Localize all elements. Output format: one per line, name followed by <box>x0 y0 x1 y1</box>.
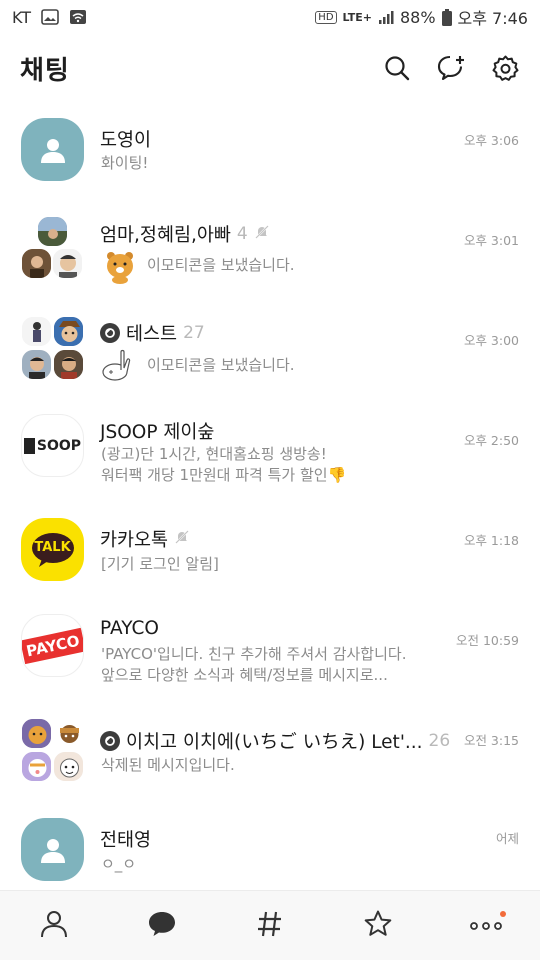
battery-percent: 88% <box>399 7 436 27</box>
chat-name: JSOOP 제이숲 <box>100 422 215 443</box>
chat-row[interactable]: 이치고 이치에(いちご いちえ) Let'... 26 오전 3:15 삭제된 … <box>0 716 540 812</box>
chat-row[interactable]: SOOP JSOOP 제이숲 오후 2:50 (광고)단 1시간, 현대홈쇼핑 … <box>0 412 540 508</box>
member-count: 27 <box>183 323 205 343</box>
nav-friends[interactable] <box>0 891 108 960</box>
chat-name: 도영이 <box>100 130 152 151</box>
chat-row[interactable]: TALK 카카오톡 오후 1:18 [기기 로그인 알림] <box>0 512 540 608</box>
member-photo <box>21 316 52 347</box>
chat-name: 엄마,정혜림,아빠 4 <box>100 221 270 247</box>
member-photo <box>53 718 84 749</box>
preview-line: 워터팩 개당 1만원대 파격 특가 할인👎 <box>101 466 347 484</box>
open-chat-icon <box>100 731 120 751</box>
chat-preview: ㅇ_ㅇ <box>101 855 137 873</box>
bottom-nav <box>0 890 540 960</box>
chat-name: PAYCO <box>100 618 159 639</box>
ryan-emoticon-icon <box>101 246 139 284</box>
mute-icon <box>174 529 190 550</box>
signal-icon <box>378 10 394 24</box>
chat-name: 카카오톡 <box>100 526 190 552</box>
chat-preview: 화이팅! <box>101 154 149 172</box>
group-avatar <box>21 718 84 784</box>
chat-preview: 삭제된 메시지입니다. <box>101 756 235 774</box>
hd-voice-badge: HD <box>315 10 337 24</box>
chat-row[interactable]: 테스트 27 오후 3:00 이모티콘을 보냈습니다. <box>0 314 540 410</box>
member-photo <box>21 248 52 279</box>
nav-more[interactable] <box>432 891 540 960</box>
nav-favorites[interactable] <box>324 891 432 960</box>
network-label: LTE+ <box>342 10 372 24</box>
chat-name-text: 엄마,정혜림,아빠 <box>100 225 231 246</box>
kakaotalk-logo: TALK <box>21 518 84 581</box>
mute-icon <box>254 224 270 245</box>
nav-hashtag[interactable] <box>216 891 324 960</box>
open-chat-icon <box>100 323 120 343</box>
new-badge-dot <box>500 911 506 917</box>
chat-time: 오전 10:59 <box>456 633 519 648</box>
chat-name-text: 테스트 <box>126 324 178 345</box>
preview-text: 이모티콘을 보냈습니다. <box>147 255 295 274</box>
member-photo <box>53 316 84 347</box>
chats-icon <box>147 910 177 942</box>
status-bar: KT HD LTE+ 88% 오후 7:46 <box>0 0 540 34</box>
chat-row[interactable]: 도영이 오후 3:06 화이팅! <box>0 102 540 198</box>
member-count: 26 <box>428 731 451 751</box>
chat-row[interactable]: 엄마,정혜림,아빠 4 오후 3:01 이모티콘을 보냈습니다. <box>0 214 540 310</box>
jsoop-mark-icon <box>23 437 35 454</box>
nav-chats[interactable] <box>108 891 216 960</box>
chat-name: 테스트 27 <box>100 320 205 346</box>
page-title: 채팅 <box>20 55 70 86</box>
chat-preview: (광고)단 1시간, 현대홈쇼핑 생방송! 워터팩 개당 1만원대 파격 특가 … <box>101 444 401 486</box>
chat-preview: 이모티콘을 보냈습니다. <box>101 246 441 284</box>
chat-time: 오후 3:06 <box>463 133 519 148</box>
preview-text: 이모티콘을 보냈습니다. <box>147 355 295 374</box>
preview-line: 앞으로 다양한 소식과 혜택/정보를 메시지로... <box>101 666 388 684</box>
member-photo <box>21 718 52 749</box>
member-photo <box>37 216 68 247</box>
chat-preview: [기기 로그인 알림] <box>101 555 219 573</box>
carrier-label: KT <box>12 7 32 27</box>
member-photo <box>21 751 52 782</box>
chat-time: 오전 3:15 <box>463 733 519 748</box>
chat-preview: 이모티콘을 보냈습니다. <box>101 346 441 384</box>
chat-time: 오후 3:01 <box>463 233 519 248</box>
chat-time: 오후 1:18 <box>463 533 519 548</box>
more-icon <box>469 916 503 935</box>
wifi-icon <box>69 9 87 25</box>
chat-name-text: 카카오톡 <box>100 530 169 551</box>
avatar <box>21 818 84 881</box>
chat-name-text: 이치고 이치에(いちご いちえ) Let'... <box>126 732 423 753</box>
payco-logo: PAYCO <box>21 614 84 677</box>
jsoop-logo: SOOP <box>21 414 84 477</box>
member-photo <box>53 349 84 380</box>
settings-icon[interactable] <box>490 53 520 83</box>
app-header: 채팅 <box>0 34 540 102</box>
new-chat-icon[interactable] <box>436 53 466 83</box>
hashtag-icon <box>257 910 283 942</box>
group-avatar <box>21 216 84 282</box>
gallery-icon <box>41 9 59 25</box>
member-photo <box>21 349 52 380</box>
preview-line: (광고)단 1시간, 현대홈쇼핑 생방송! <box>101 445 327 463</box>
member-count: 4 <box>236 224 248 244</box>
chat-name: 전태영 <box>100 830 152 851</box>
chat-preview: 'PAYCO'입니다. 친구 추가해 주셔서 감사합니다. 앞으로 다양한 소식… <box>101 644 441 686</box>
member-photo <box>52 248 83 279</box>
chat-time: 오후 2:50 <box>463 433 519 448</box>
friends-icon <box>39 909 69 943</box>
group-avatar <box>21 316 84 382</box>
member-photo <box>53 751 84 782</box>
battery-icon <box>441 8 452 26</box>
chat-time: 어제 <box>495 831 519 846</box>
hand-emoticon-icon <box>101 346 139 384</box>
avatar <box>21 118 84 181</box>
star-icon <box>363 909 393 943</box>
search-icon[interactable] <box>382 53 412 83</box>
chat-row[interactable]: PAYCO PAYCO 오전 10:59 'PAYCO'입니다. 친구 추가해 … <box>0 612 540 708</box>
preview-line: 'PAYCO'입니다. 친구 추가해 주셔서 감사합니다. <box>101 645 407 663</box>
clock: 오후 7:46 <box>457 9 528 28</box>
chat-name: 이치고 이치에(いちご いちえ) Let'... 26 <box>100 728 450 754</box>
chat-time: 오후 3:00 <box>463 333 519 348</box>
